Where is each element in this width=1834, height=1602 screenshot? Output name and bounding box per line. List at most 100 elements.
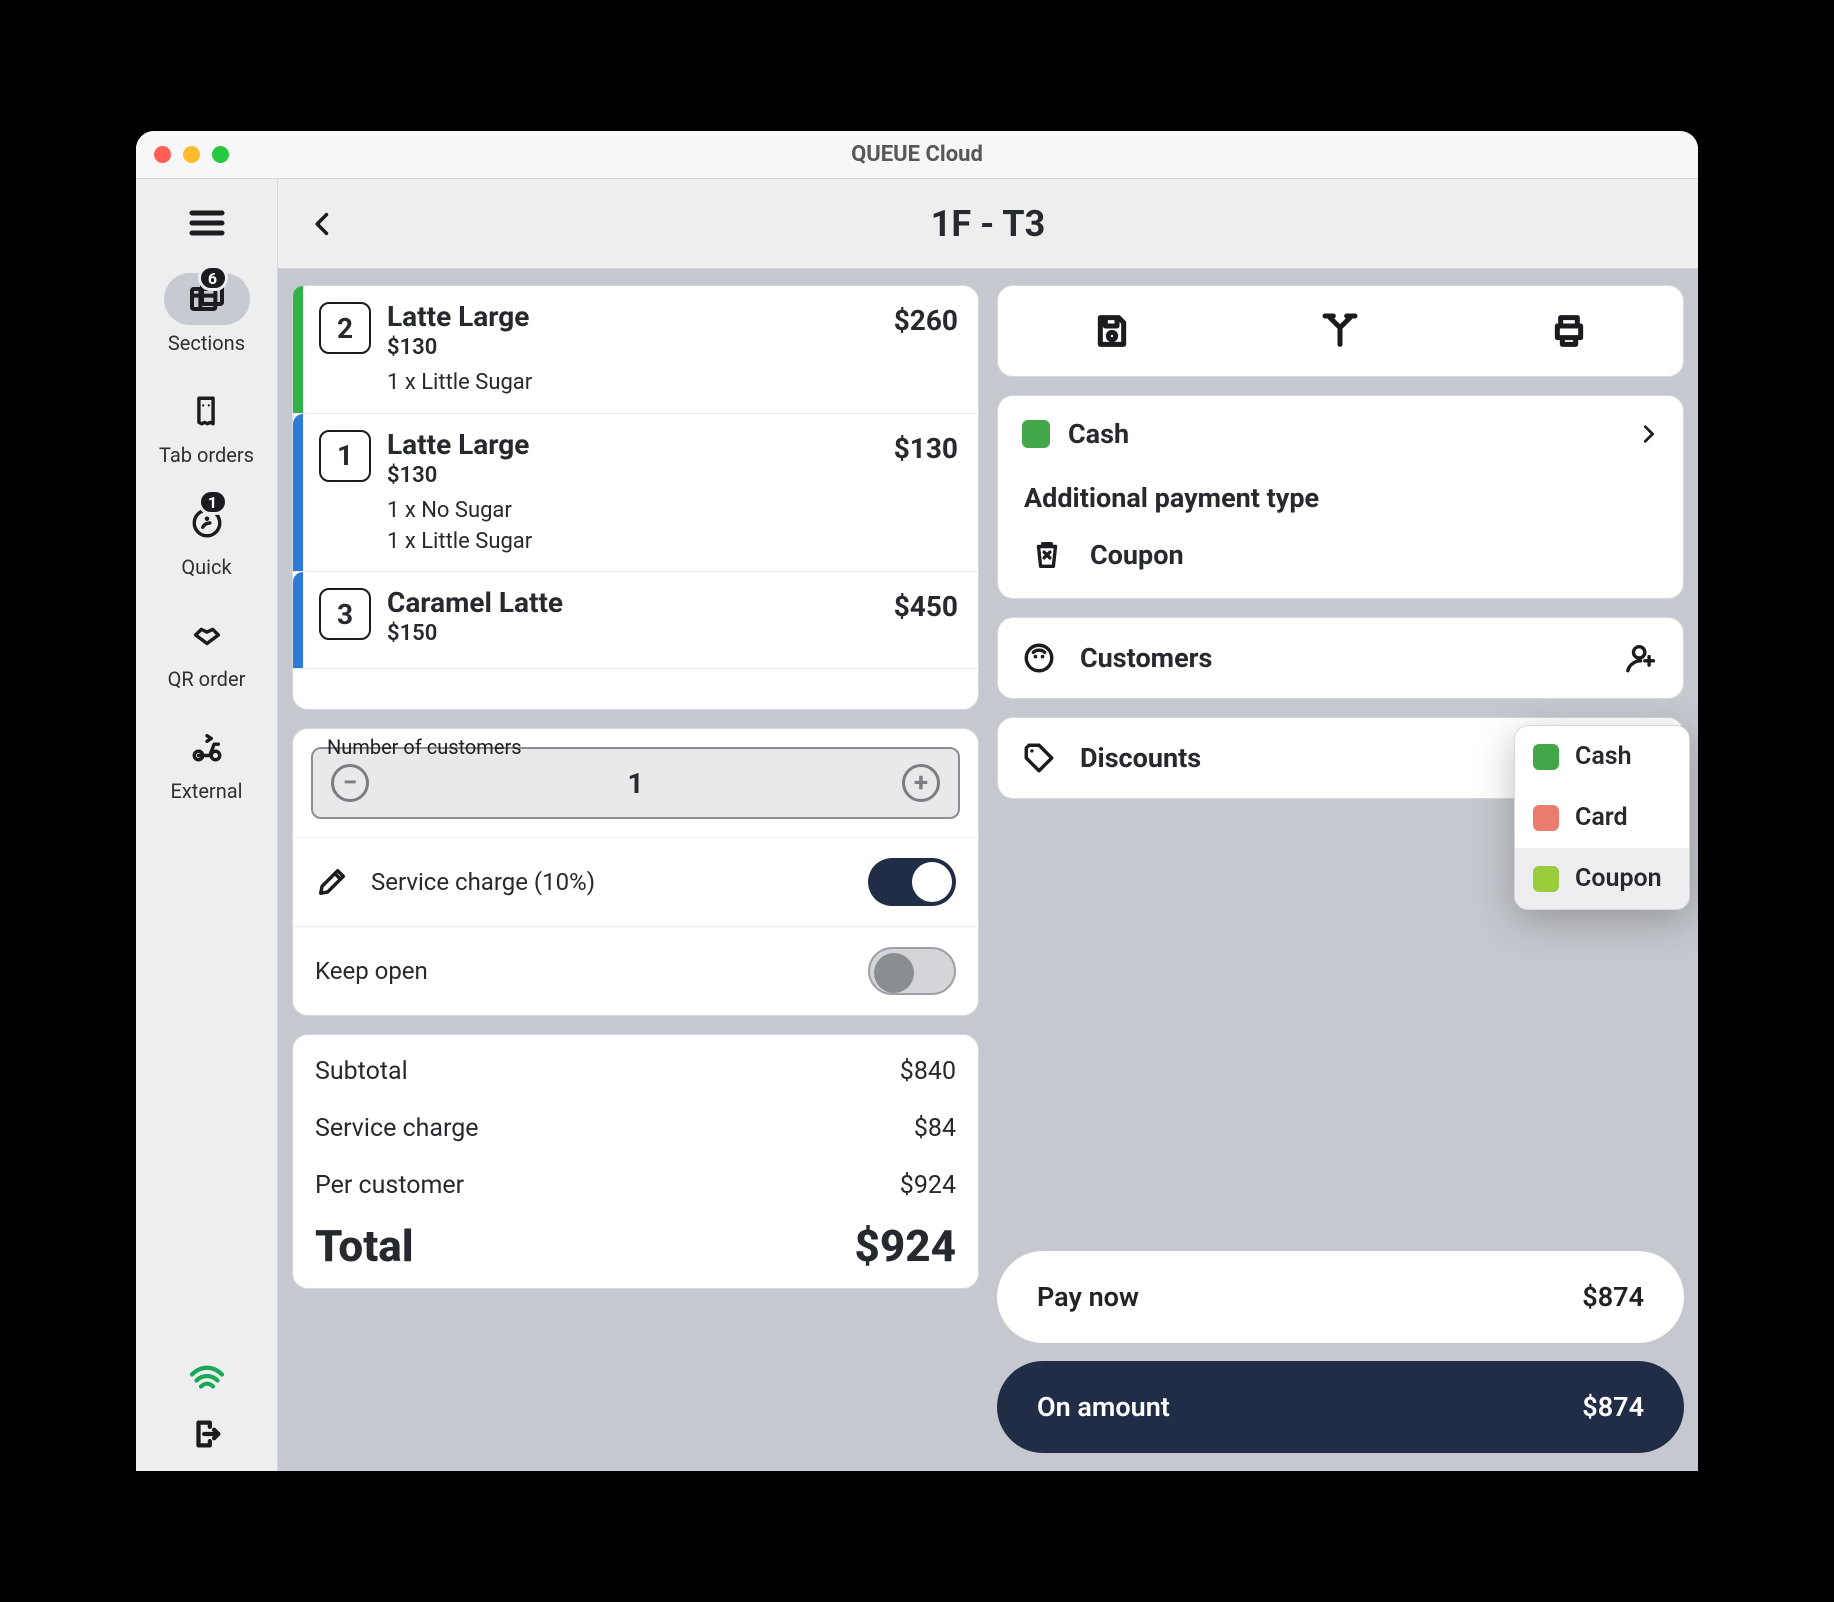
tag-icon bbox=[1022, 741, 1056, 775]
save-icon[interactable] bbox=[1092, 311, 1132, 351]
receipt-icon bbox=[189, 394, 223, 428]
back-button[interactable] bbox=[298, 199, 348, 249]
app-body: 6 Sections Tab orders bbox=[136, 179, 1698, 1471]
additional-payment-label: Additional payment type bbox=[1024, 482, 1659, 514]
chevron-right-icon bbox=[1637, 423, 1659, 445]
on-amount-label: On amount bbox=[1037, 1391, 1170, 1423]
swatch-icon bbox=[1533, 744, 1559, 770]
total-value: $924 bbox=[855, 1220, 957, 1272]
order-item-name: Caramel Latte bbox=[387, 586, 878, 619]
delete-icon[interactable] bbox=[1030, 538, 1064, 572]
rail-item-quick[interactable]: 1 Quick bbox=[164, 497, 250, 579]
order-item[interactable]: 3 Caramel Latte $150 $450 bbox=[293, 572, 978, 669]
print-icon[interactable] bbox=[1549, 311, 1589, 351]
order-item[interactable]: 1 Latte Large $130 1 x No Sugar1 x Littl… bbox=[293, 414, 978, 573]
add-person-icon bbox=[1625, 641, 1659, 675]
order-header: 1F - T3 bbox=[278, 179, 1698, 269]
person-icon bbox=[1022, 641, 1056, 675]
maximize-window-button[interactable] bbox=[212, 146, 229, 163]
payment-card: Cash Additional payment type Coupon bbox=[997, 395, 1684, 599]
rail-item-external[interactable]: External bbox=[164, 721, 250, 803]
app-window: QUEUE Cloud 6 Sections bbox=[136, 131, 1698, 1471]
cash-swatch-icon bbox=[1022, 420, 1050, 448]
pay-now-label: Pay now bbox=[1037, 1281, 1139, 1313]
split-icon[interactable] bbox=[1320, 311, 1360, 351]
payment-type-option[interactable]: Coupon bbox=[1515, 848, 1689, 909]
on-amount-button[interactable]: On amount $874 bbox=[997, 1361, 1684, 1453]
order-item-each: $130 bbox=[387, 463, 878, 488]
coupon-row[interactable]: Coupon bbox=[1030, 538, 1659, 572]
total-label: Total bbox=[315, 1220, 414, 1272]
payment-primary-label: Cash bbox=[1068, 418, 1619, 450]
payment-type-option-label: Card bbox=[1575, 803, 1628, 832]
keep-open-label: Keep open bbox=[315, 957, 846, 985]
order-item[interactable]: 2 Latte Large $130 1 x Little Sugar $260 bbox=[293, 286, 978, 414]
rail-item-sections[interactable]: 6 Sections bbox=[164, 273, 250, 355]
side-rail: 6 Sections Tab orders bbox=[136, 179, 278, 1471]
left-column: 2 Latte Large $130 1 x Little Sugar $260… bbox=[292, 285, 979, 1453]
order-items-card: 2 Latte Large $130 1 x Little Sugar $260… bbox=[292, 285, 979, 710]
close-window-button[interactable] bbox=[154, 146, 171, 163]
order-item-mod: 1 x No Sugar bbox=[387, 496, 878, 527]
keep-open-row: Keep open bbox=[293, 926, 978, 1015]
payment-type-option-label: Cash bbox=[1575, 742, 1632, 771]
per-customer-label: Per customer bbox=[315, 1171, 464, 1200]
edit-icon[interactable] bbox=[315, 865, 349, 899]
window-title: QUEUE Cloud bbox=[851, 142, 983, 167]
status-stripe bbox=[293, 572, 303, 668]
rail-label: QR order bbox=[168, 667, 246, 691]
customers-value: 1 bbox=[627, 767, 643, 800]
page-title: 1F - T3 bbox=[358, 203, 1618, 245]
order-item-qty: 1 bbox=[319, 430, 371, 482]
service-charge-label: Service charge (10%) bbox=[371, 868, 846, 896]
discounts-label: Discounts bbox=[1080, 742, 1201, 774]
order-item-each: $130 bbox=[387, 335, 878, 360]
minimize-window-button[interactable] bbox=[183, 146, 200, 163]
rail-label: Sections bbox=[168, 331, 245, 355]
sections-badge: 6 bbox=[198, 265, 228, 291]
order-item-price: $130 bbox=[894, 428, 958, 465]
on-amount-value: $874 bbox=[1582, 1391, 1644, 1423]
payment-type-option[interactable]: Cash bbox=[1515, 726, 1689, 787]
titlebar: QUEUE Cloud bbox=[136, 131, 1698, 179]
order-item-each: $150 bbox=[387, 621, 878, 646]
customers-label: Customers bbox=[1080, 642, 1212, 674]
rail-item-qr-order[interactable]: QR order bbox=[164, 609, 250, 691]
subtotal-value: $840 bbox=[900, 1057, 956, 1086]
per-customer-value: $924 bbox=[900, 1171, 956, 1200]
order-item-name: Latte Large bbox=[387, 428, 878, 461]
wifi-icon bbox=[189, 1365, 225, 1393]
order-item-mod: 1 x Little Sugar bbox=[387, 527, 878, 558]
pay-now-button[interactable]: Pay now $874 bbox=[997, 1251, 1684, 1343]
swatch-icon bbox=[1533, 866, 1559, 892]
customers-increment[interactable]: + bbox=[902, 764, 940, 802]
service-charge-toggle[interactable] bbox=[868, 858, 956, 906]
totals-card: Subtotal$840 Service charge$84 Per custo… bbox=[292, 1034, 979, 1289]
rail-label: Quick bbox=[181, 555, 231, 579]
scooter-icon bbox=[190, 730, 224, 764]
right-column: Cash Additional payment type Coupon Cust… bbox=[997, 285, 1684, 1453]
status-stripe bbox=[293, 414, 303, 572]
service-label: Service charge bbox=[315, 1114, 479, 1143]
customers-link[interactable]: Customers bbox=[997, 617, 1684, 699]
order-settings-card: Number of customers − 1 + Service c bbox=[292, 728, 979, 1016]
payment-type-popover: Cash Card Coupon bbox=[1514, 725, 1690, 910]
swatch-icon bbox=[1533, 805, 1559, 831]
logout-button[interactable] bbox=[190, 1417, 224, 1451]
rail-label: External bbox=[170, 779, 242, 803]
quick-badge: 1 bbox=[198, 489, 228, 515]
order-item-price: $260 bbox=[894, 300, 958, 337]
customers-decrement[interactable]: − bbox=[331, 764, 369, 802]
customers-label: Number of customers bbox=[327, 735, 522, 759]
coupon-label: Coupon bbox=[1090, 539, 1184, 571]
order-item-qty: 3 bbox=[319, 588, 371, 640]
main-pane: 1F - T3 2 Latte Large $130 1 x Little Su… bbox=[278, 179, 1698, 1471]
hamburger-button[interactable] bbox=[185, 201, 229, 245]
rail-item-tab-orders[interactable]: Tab orders bbox=[159, 385, 254, 467]
actions-card bbox=[997, 285, 1684, 377]
payment-primary-row[interactable]: Cash bbox=[1022, 418, 1659, 450]
payment-type-option[interactable]: Card bbox=[1515, 787, 1689, 848]
keep-open-toggle[interactable] bbox=[868, 947, 956, 995]
status-stripe bbox=[293, 286, 303, 413]
order-item-name: Latte Large bbox=[387, 300, 878, 333]
